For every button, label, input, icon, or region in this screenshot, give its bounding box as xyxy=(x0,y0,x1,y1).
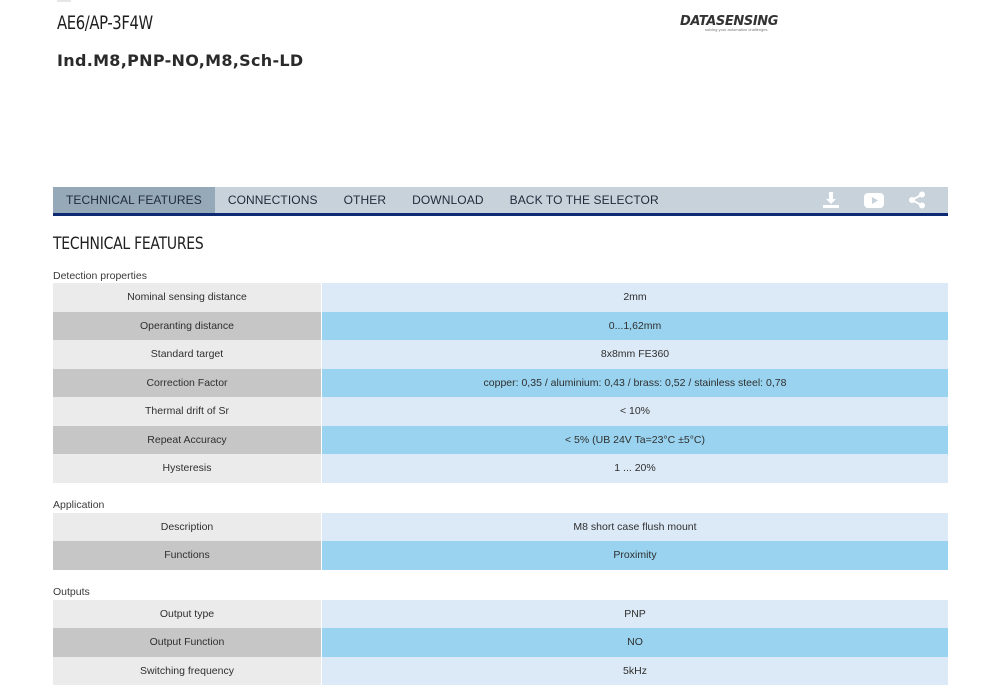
row-label: Nominal sensing distance xyxy=(53,283,321,312)
row-value: Proximity xyxy=(322,541,948,570)
top-divider xyxy=(57,0,71,2)
row-label: Thermal drift of Sr xyxy=(53,397,321,426)
table-row: Standard target 8x8mm FE360 xyxy=(53,340,948,369)
logo-tagline: solving your automation challenges xyxy=(705,27,768,32)
tab-other[interactable]: OTHER xyxy=(331,187,400,213)
tab-bar: TECHNICAL FEATURES CONNECTIONS OTHER DOW… xyxy=(53,187,948,216)
table-row: Operanting distance 0...1,62mm xyxy=(53,311,948,340)
row-label: Correction Factor xyxy=(53,368,321,397)
group-label-application: Application xyxy=(53,499,105,511)
youtube-icon[interactable] xyxy=(852,187,895,213)
table-row: Nominal sensing distance 2mm xyxy=(53,283,948,312)
row-value: copper: 0,35 / aluminium: 0,43 / brass: … xyxy=(322,368,948,397)
row-label: Hysteresis xyxy=(53,454,321,483)
row-label: Output Function xyxy=(53,628,321,657)
section-title: TECHNICAL FEATURES xyxy=(53,234,204,254)
row-value: 1 ... 20% xyxy=(322,454,948,483)
table-row: Correction Factor copper: 0,35 / alumini… xyxy=(53,368,948,397)
row-value: NO xyxy=(322,628,948,657)
nav-icon-group xyxy=(809,187,948,213)
row-value: 2mm xyxy=(322,283,948,312)
row-value: < 10% xyxy=(322,397,948,426)
group-label-detection: Detection properties xyxy=(53,270,147,282)
product-description: Ind.M8,PNP-NO,M8,Sch-LD xyxy=(57,51,304,70)
tab-back-to-selector[interactable]: BACK TO THE SELECTOR xyxy=(497,187,672,213)
table-row: Output type PNP xyxy=(53,599,948,628)
tab-connections[interactable]: CONNECTIONS xyxy=(215,187,331,213)
download-icon[interactable] xyxy=(809,187,852,213)
group-label-outputs: Outputs xyxy=(53,586,90,598)
table-row: Description M8 short case flush mount xyxy=(53,512,948,541)
table-row: Thermal drift of Sr < 10% xyxy=(53,397,948,426)
row-label: Functions xyxy=(53,541,321,570)
row-value: 5kHz xyxy=(322,656,948,685)
tab-technical-features[interactable]: TECHNICAL FEATURES xyxy=(53,187,215,213)
row-label: Operanting distance xyxy=(53,311,321,340)
row-value: M8 short case flush mount xyxy=(322,512,948,541)
row-label: Output type xyxy=(53,599,321,628)
datasensing-logo[interactable]: DATASENSING solving your automation chal… xyxy=(680,12,778,34)
row-value: 0...1,62mm xyxy=(322,311,948,340)
product-code: AE6/AP-3F4W xyxy=(57,12,153,34)
row-value: 8x8mm FE360 xyxy=(322,340,948,369)
table-row: Switching frequency 5kHz xyxy=(53,656,948,685)
row-label: Standard target xyxy=(53,340,321,369)
tab-download[interactable]: DOWNLOAD xyxy=(399,187,496,213)
share-icon[interactable] xyxy=(895,187,938,213)
row-label: Switching frequency xyxy=(53,656,321,685)
table-row: Repeat Accuracy < 5% (UB 24V Ta=23°C ±5°… xyxy=(53,425,948,454)
row-label: Description xyxy=(53,512,321,541)
table-row: Functions Proximity xyxy=(53,541,948,570)
row-value: < 5% (UB 24V Ta=23°C ±5°C) xyxy=(322,425,948,454)
table-row: Output Function NO xyxy=(53,628,948,657)
row-value: PNP xyxy=(322,599,948,628)
row-label: Repeat Accuracy xyxy=(53,425,321,454)
table-row: Hysteresis 1 ... 20% xyxy=(53,454,948,483)
